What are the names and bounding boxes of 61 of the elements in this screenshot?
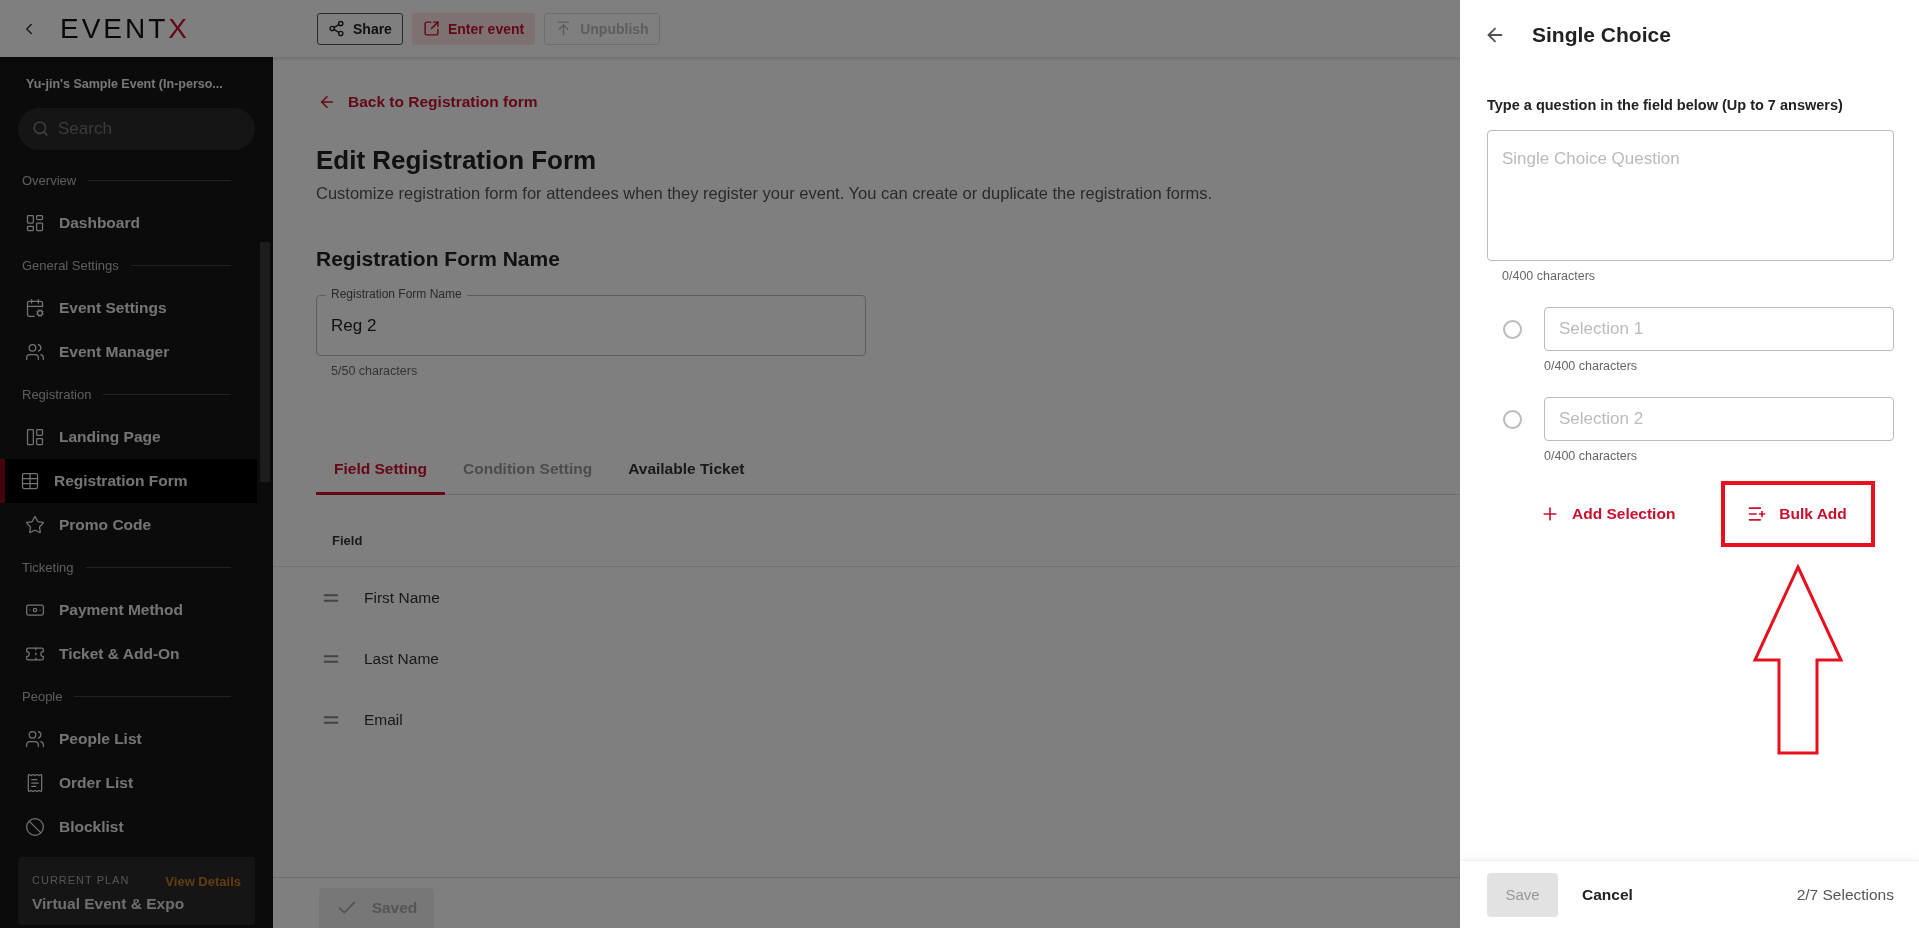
- star-icon: [25, 515, 45, 535]
- nav-item[interactable]: Blocklist: [0, 805, 257, 849]
- radio-button[interactable]: [1503, 409, 1522, 429]
- section-title: Ticketing: [22, 560, 74, 575]
- nav-item[interactable]: Payment Method: [0, 588, 257, 632]
- page-title: Edit Registration Form: [316, 145, 597, 176]
- tab[interactable]: Available Ticket: [610, 460, 763, 495]
- column-header: Field: [332, 533, 363, 548]
- plan-name: Virtual Event & Expo: [32, 895, 186, 913]
- people-icon: [25, 342, 45, 362]
- table-cell: Email: [364, 710, 403, 729]
- logo: EVENTX: [60, 12, 191, 45]
- nav-item[interactable]: Event Manager: [0, 330, 257, 374]
- instruction-text: Type a question in the field below (Up to 7 answers): [1487, 97, 1844, 113]
- dashboard-icon: [25, 213, 45, 233]
- table-cell: Last Name: [364, 649, 439, 668]
- character-counter: 0/400 characters: [1544, 359, 1638, 373]
- nav-item[interactable]: Ticket & Add-On: [0, 632, 257, 676]
- share-icon: [328, 20, 345, 37]
- enter-button[interactable]: Enter event: [411, 12, 536, 45]
- selection-field[interactable]: Selection 1: [1544, 307, 1894, 351]
- event-name: Yu-jin's Sample Event (In-perso...: [25, 77, 224, 91]
- search-icon: [32, 120, 49, 137]
- plan-caption: CURRENT PLAN: [32, 874, 131, 888]
- add-selection-button[interactable]: Add Selection: [1540, 504, 1676, 524]
- radio-button[interactable]: [1503, 319, 1522, 339]
- share-button[interactable]: Share: [317, 12, 403, 45]
- selection-field[interactable]: Selection 2: [1544, 397, 1894, 441]
- nav-item[interactable]: Event Settings: [0, 286, 257, 330]
- back-link[interactable]: Back to Registration form: [318, 93, 538, 111]
- tab[interactable]: Field Setting: [316, 460, 445, 495]
- character-counter: 0/400 characters: [1544, 449, 1638, 463]
- section-title: People: [22, 689, 63, 704]
- table-cell: First Name: [364, 588, 440, 607]
- list-plus-icon: [1747, 504, 1768, 524]
- field-label: Registration Form Name: [326, 287, 467, 302]
- selection-count: 2/7 Selections: [1796, 885, 1894, 904]
- nav-item[interactable]: Registration Form: [0, 459, 257, 503]
- panel-title: Single Choice: [1532, 23, 1671, 47]
- ban-icon: [25, 817, 45, 837]
- external-link-icon: [422, 20, 440, 37]
- people-icon: [25, 729, 45, 749]
- receipt-icon: [25, 773, 45, 793]
- section-title: Registration: [22, 387, 92, 402]
- table-icon: [20, 471, 40, 491]
- character-counter: 5/50 characters: [331, 364, 418, 378]
- layout-icon: [25, 427, 45, 447]
- character-counter: 0/400 characters: [1502, 269, 1596, 283]
- nav-item[interactable]: Dashboard: [0, 201, 257, 245]
- calendar-gear-icon: [25, 298, 45, 318]
- bulk-add-button[interactable]: Bulk Add: [1747, 504, 1847, 524]
- cancel-button[interactable]: Cancel: [1576, 884, 1639, 905]
- nav-item[interactable]: Promo Code: [0, 503, 257, 547]
- section-heading: Registration Form Name: [316, 247, 560, 271]
- nav-item[interactable]: People List: [0, 717, 257, 761]
- section-title: General Settings: [22, 258, 119, 273]
- nav-item[interactable]: Order List: [0, 761, 257, 805]
- section-title: Overview: [22, 173, 77, 188]
- question-field[interactable]: Single Choice Question: [1487, 130, 1894, 261]
- nav-item[interactable]: Landing Page: [0, 415, 257, 459]
- page-description: Customize registration form for attendees when they register your event. You can create or duplicate the registration forms.: [316, 184, 1214, 203]
